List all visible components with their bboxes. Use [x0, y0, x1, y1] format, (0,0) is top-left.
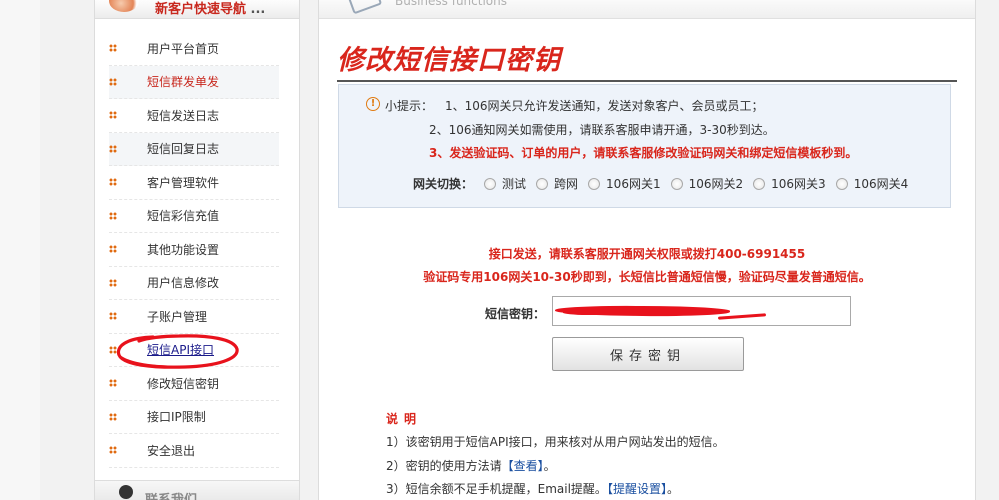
- sidebar-item-label: 修改短信密钥: [147, 376, 220, 391]
- bullet-icon: [109, 278, 117, 287]
- bullet-icon: [109, 111, 117, 120]
- bullet-icon: [109, 412, 117, 421]
- notice-line-1: 接口发送，请联系客服开通网关权限或拨打400-6991455: [488, 247, 806, 261]
- sidebar-item-ip-limit[interactable]: 接口IP限制: [109, 401, 279, 434]
- sidebar-item-label: 子账户管理: [147, 309, 208, 324]
- main-header: Business functions: [319, 0, 975, 19]
- radio-button[interactable]: [536, 177, 549, 190]
- tip-line-2: 2、106通知网关如需使用，请联系客服申请开通，3-30秒到达。: [429, 123, 775, 137]
- sidebar-item-label: 短信回复日志: [147, 142, 220, 157]
- gateway-option-106-4[interactable]: 106网关4: [835, 175, 908, 192]
- notice-line-2: 验证码专用106网关10-30秒即到，长短信比普通短信慢，验证码尽量发普通短信。: [423, 270, 871, 284]
- title-divider: [337, 80, 957, 82]
- sms-key-label: 短信密钥：: [485, 307, 546, 321]
- sidebar-item-label: 短信群发单发: [147, 75, 220, 90]
- bullet-icon: [109, 211, 117, 220]
- sidebar-nav: 新客户快速导航 ... 用户平台首页 短信群发单发 短信发送日志 短信回复日志 …: [94, 0, 300, 500]
- save-key-button[interactable]: 保存密钥: [552, 337, 744, 371]
- sidebar-item-logout[interactable]: 安全退出: [109, 434, 279, 468]
- sidebar-item-reply-log[interactable]: 短信回复日志: [109, 132, 279, 166]
- gateway-option-cross-network[interactable]: 跨网: [536, 175, 578, 192]
- radio-button[interactable]: [484, 177, 497, 190]
- sidebar-item-crm[interactable]: 客户管理软件: [109, 166, 279, 200]
- bullet-icon: [109, 312, 117, 321]
- sidebar-item-label: 短信API接口: [147, 343, 214, 358]
- bullet-icon: [109, 245, 117, 254]
- sidebar-item-recharge[interactable]: 短信彩信充值: [109, 200, 279, 233]
- sidebar-item-sms-send[interactable]: 短信群发单发: [109, 65, 279, 99]
- tips-box: ! 小提示： 1、106网关只允许发送通知，发送对象客户、会员或员工； 2、10…: [338, 84, 951, 208]
- explain-title: 说明: [386, 412, 423, 426]
- sidebar-item-label: 短信彩信充值: [147, 209, 220, 224]
- radio-button[interactable]: [753, 177, 766, 190]
- tip-line-3: 3、发送验证码、订单的用户，请联系客服修改验证码网关和绑定短信模板秒到。: [429, 146, 858, 160]
- explain-line-3: 3）短信余额不足手机提醒，Email提醒。【提醒设置】。: [386, 482, 679, 496]
- sidebar-item-label: 其他功能设置: [147, 242, 220, 257]
- tip-line-1: 1、106网关只允许发送通知，发送对象客户、会员或员工；: [445, 99, 764, 113]
- gateway-label: 网关切换：: [413, 177, 474, 191]
- sidebar-footer: 联系我们: [95, 480, 299, 500]
- bullet-icon: [109, 77, 117, 86]
- main-panel: Business functions 修改短信接口密钥 ! 小提示： 1、106…: [318, 0, 976, 500]
- gateway-option-106-1[interactable]: 106网关1: [588, 175, 661, 192]
- sidebar-menu: 用户平台首页 短信群发单发 短信发送日志 短信回复日志 客户管理软件 短信彩信充…: [109, 32, 279, 468]
- sidebar-item-home[interactable]: 用户平台首页: [109, 32, 279, 66]
- gateway-option-106-3[interactable]: 106网关3: [753, 175, 826, 192]
- bullet-icon: [109, 44, 117, 53]
- redaction-scribble: [563, 309, 623, 315]
- radio-button[interactable]: [588, 177, 601, 190]
- main-header-subtitle: Business functions: [395, 0, 508, 8]
- sidebar-item-send-log[interactable]: 短信发送日志: [109, 99, 279, 133]
- radio-button[interactable]: [835, 177, 848, 190]
- bullet-icon: [109, 144, 117, 153]
- sidebar-item-change-key[interactable]: 修改短信密钥: [109, 367, 279, 401]
- bullet-icon: [109, 446, 117, 455]
- business-functions-icon: [345, 0, 383, 15]
- gateway-option-test[interactable]: 测试: [484, 175, 526, 192]
- sidebar-logo-icon: [109, 0, 139, 12]
- gateway-option-106-2[interactable]: 106网关2: [670, 175, 743, 192]
- tip-prefix: 小提示：: [385, 99, 434, 113]
- page-title: 修改短信接口密钥: [337, 45, 561, 76]
- redaction-scribble: [717, 313, 767, 320]
- view-link[interactable]: 【查看】: [502, 459, 544, 473]
- sidebar-header-title: 新客户快速导航 ...: [155, 2, 266, 17]
- sidebar-item-sms-api[interactable]: 短信API接口: [109, 334, 279, 367]
- sms-key-input[interactable]: [552, 296, 851, 326]
- sidebar-item-label: 用户信息修改: [147, 276, 220, 291]
- sidebar-item-other-settings[interactable]: 其他功能设置: [109, 233, 279, 267]
- left-edge: [0, 0, 40, 500]
- sidebar-item-label: 用户平台首页: [147, 41, 220, 56]
- gateway-switch-row: 网关切换： 测试 跨网 106网关1 106网关2 106网关3 106网关4: [413, 175, 913, 192]
- sidebar-item-label: 短信发送日志: [147, 108, 220, 123]
- sidebar-item-label: 客户管理软件: [147, 175, 220, 190]
- sidebar-item-sub-accounts[interactable]: 子账户管理: [109, 300, 279, 334]
- bullet-icon: [109, 178, 117, 187]
- sidebar-header: 新客户快速导航 ...: [95, 0, 299, 19]
- bullet-icon: [109, 379, 117, 388]
- bullet-icon: [109, 345, 117, 354]
- sidebar-item-user-info[interactable]: 用户信息修改: [109, 267, 279, 300]
- sidebar-item-label: 接口IP限制: [147, 410, 206, 425]
- explain-line-1: 1）该密钥用于短信API接口，用来核对从用户网站发出的短信。: [386, 435, 725, 449]
- sidebar-item-label: 安全退出: [147, 443, 196, 458]
- reminder-settings-link[interactable]: 【提醒设置】: [607, 482, 667, 496]
- radio-button[interactable]: [670, 177, 683, 190]
- explain-line-2: 2）密钥的使用方法请【查看】。: [386, 459, 556, 473]
- sidebar-footer-title: 联系我们: [145, 489, 197, 500]
- phone-icon: [119, 485, 133, 499]
- warning-icon: !: [366, 97, 380, 111]
